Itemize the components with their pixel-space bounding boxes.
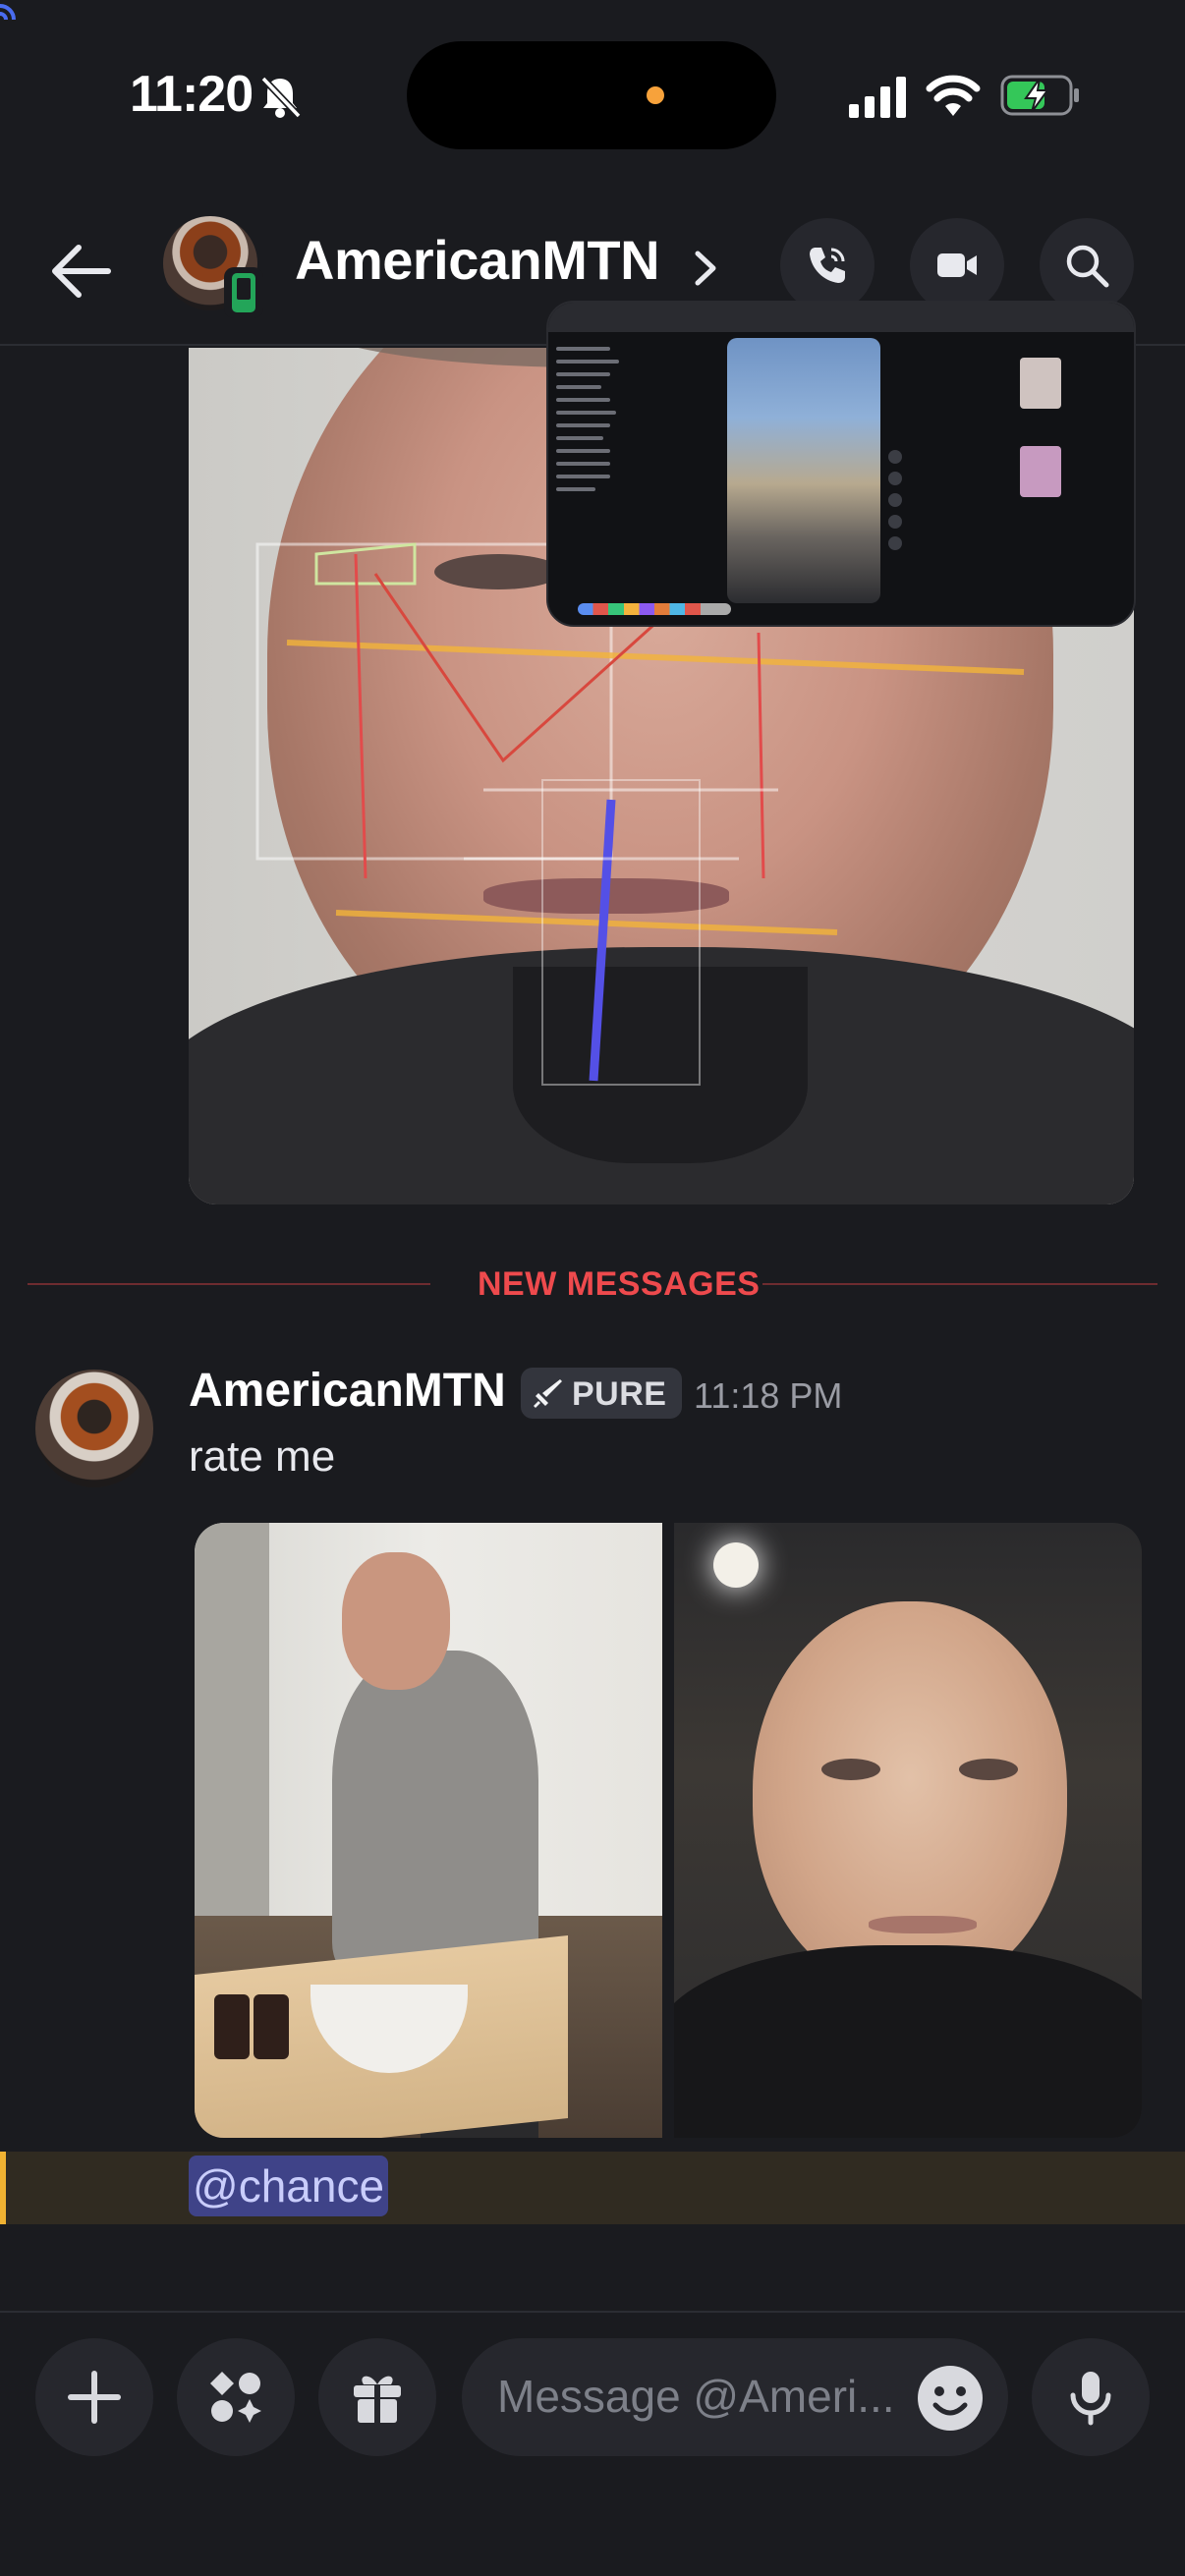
- image-attachment-2[interactable]: [674, 1523, 1142, 2138]
- eye: [821, 1759, 880, 1780]
- dock: [578, 603, 731, 615]
- gift-button[interactable]: [318, 2338, 436, 2456]
- message-input-placeholder: Message @Ameri...: [497, 2371, 895, 2422]
- search-icon: [1066, 245, 1109, 288]
- video-call-icon: [937, 253, 977, 277]
- status-time: 11:20: [130, 66, 254, 123]
- picture-in-picture-window[interactable]: [546, 301, 1136, 627]
- new-messages-label: NEW MESSAGES: [478, 1265, 761, 1303]
- message-composer: Message @Ameri...: [0, 2311, 1185, 2576]
- page-title[interactable]: AmericanMTN: [295, 228, 660, 292]
- chevron-right-icon[interactable]: [688, 242, 723, 295]
- comments-panel: [1010, 338, 1132, 613]
- sword-icon: [534, 1379, 562, 1408]
- signal-arc-icon: [0, 4, 16, 21]
- emoji-icon[interactable]: [916, 2364, 985, 2433]
- message-text: rate me: [189, 1432, 336, 1481]
- user-mention[interactable]: @chance: [189, 2156, 389, 2216]
- video-call-button[interactable]: [910, 218, 1004, 312]
- author-avatar[interactable]: [35, 1370, 153, 1487]
- jar: [254, 1994, 289, 2059]
- voice-message-button[interactable]: [1032, 2338, 1150, 2456]
- wall-dark: [195, 1523, 269, 1935]
- signal-icon: [849, 77, 906, 118]
- apps-button[interactable]: [177, 2338, 295, 2456]
- server-tag-text: PURE: [572, 1375, 667, 1413]
- gift-icon: [354, 2376, 401, 2423]
- face: [753, 1601, 1067, 1994]
- comment-thumb: [1020, 358, 1061, 409]
- message-timestamp: 11:18 PM: [694, 1375, 843, 1416]
- shirt: [674, 1945, 1142, 2138]
- eye: [959, 1759, 1018, 1780]
- back-arrow-icon[interactable]: [39, 228, 126, 314]
- person-head: [342, 1552, 450, 1690]
- browser-toolbar: [548, 303, 1134, 332]
- message-author[interactable]: AmericanMTN: [189, 1364, 506, 1418]
- person-shirt: [332, 1651, 538, 1975]
- plus-icon: [68, 2371, 121, 2424]
- mouth: [869, 1916, 977, 1933]
- voice-call-icon: [810, 248, 845, 283]
- image-attachment-1[interactable]: [195, 1523, 662, 2138]
- jar: [214, 1994, 250, 2059]
- status-bar: 11:20: [0, 0, 1185, 187]
- bell-muted-icon: [260, 76, 302, 119]
- light: [713, 1542, 759, 1588]
- new-messages-divider: NEW MESSAGES: [28, 1265, 1157, 1305]
- battery-charging-icon: [1000, 75, 1079, 116]
- divider-line: [762, 1283, 1157, 1285]
- tiktok-video: [727, 338, 880, 603]
- add-attachment-button[interactable]: [35, 2338, 153, 2456]
- search-button[interactable]: [1040, 218, 1134, 312]
- mention-highlight-bar: [0, 2152, 6, 2224]
- voice-call-button[interactable]: [780, 218, 875, 312]
- tiktok-sidebar: [556, 338, 647, 584]
- comment-thumb: [1020, 446, 1061, 497]
- privacy-indicator-dot: [647, 86, 664, 104]
- apps-icon: [210, 2372, 261, 2423]
- divider-line: [28, 1283, 430, 1285]
- microphone-icon: [1070, 2372, 1111, 2426]
- wifi-icon: [926, 75, 981, 116]
- mobile-status-icon: [224, 267, 263, 318]
- mention-message-row[interactable]: @chance: [0, 2152, 1185, 2224]
- dynamic-island: [407, 41, 776, 149]
- video-actions-rail: [888, 450, 908, 597]
- server-tag-badge[interactable]: PURE: [521, 1368, 682, 1419]
